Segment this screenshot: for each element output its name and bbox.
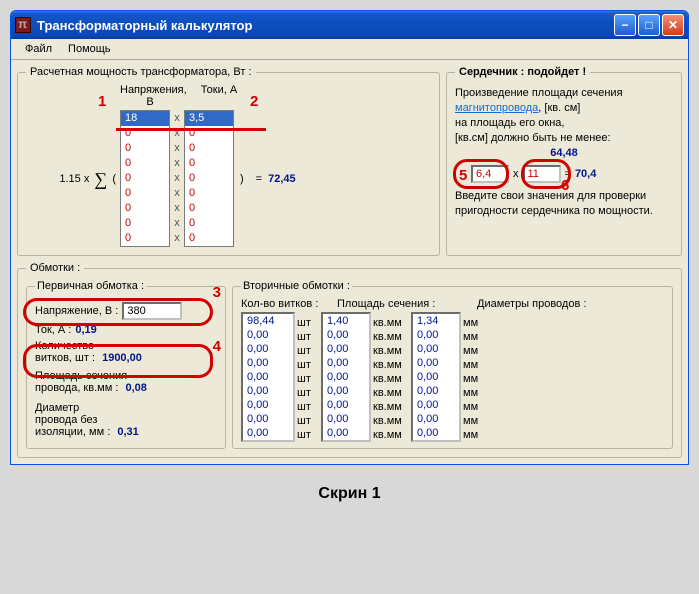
power-group: Расчетная мощность трансформатора, Вт : …: [17, 66, 440, 256]
annotation-3: 3: [213, 284, 221, 301]
core-need: 64,48: [455, 147, 673, 159]
primary-current-label: Ток, А :: [35, 324, 71, 336]
primary-dia-label-c: изоляции, мм :: [35, 426, 110, 438]
current-cell[interactable]: 3,5: [185, 111, 233, 126]
power-prefix: 1.15 x ∑ (: [26, 172, 120, 186]
magnet-link[interactable]: магнитопровода: [455, 102, 538, 114]
core-area2-input[interactable]: [523, 165, 561, 183]
menu-help[interactable]: Помощь: [60, 41, 119, 57]
annotation-6: 6: [561, 177, 569, 194]
area-list[interactable]: 1,400,000,000,000,000,000,000,000,00: [321, 312, 371, 442]
annotation-underline-1-2: [116, 128, 266, 131]
primary-current-value: 0,19: [75, 324, 96, 336]
menu-bar: Файл Помощь: [11, 39, 688, 60]
annotation-5: 5: [459, 167, 467, 184]
power-close: ): [240, 173, 244, 185]
window-frame: Трансформаторный калькулятор − □ ✕ Файл …: [10, 10, 689, 465]
secondary-headers: Кол-во витков : Площадь сечения : Диамет…: [241, 298, 664, 310]
image-caption: Скрин 1: [0, 475, 699, 513]
primary-dia-label-a: Диаметр: [35, 402, 79, 414]
close-button[interactable]: ✕: [662, 14, 684, 36]
voltage-cell[interactable]: 18: [121, 111, 169, 126]
power-eq: =: [256, 173, 262, 185]
primary-area-label-b: провода, кв.мм :: [35, 382, 118, 394]
annotation-2: 2: [250, 93, 258, 110]
power-legend: Расчетная мощность трансформатора, Вт :: [26, 66, 256, 78]
core-legend: Сердечник : подойдет !: [455, 66, 590, 78]
col-dia-header: Диаметры проводов :: [477, 298, 664, 310]
core-result: 70,4: [575, 168, 596, 180]
primary-turns-value: 1900,00: [102, 352, 142, 364]
power-headers: Напряжения, В Токи, А: [120, 84, 431, 108]
windings-legend: Обмотки :: [26, 262, 84, 274]
sigma-icon: ∑: [94, 172, 107, 186]
annotation-4: 4: [213, 338, 221, 355]
primary-group: Первичная обмотка : 3 Напряжение, В : То…: [26, 280, 226, 449]
col-current-header: Токи, А: [194, 84, 244, 108]
dia-list[interactable]: 1,340,000,000,000,000,000,000,000,00: [411, 312, 461, 442]
app-icon: [15, 17, 31, 33]
col-voltage-header: Напряжения, В: [120, 84, 180, 108]
multiply-col: xxxxxxxxx: [170, 111, 184, 246]
maximize-button[interactable]: □: [638, 14, 660, 36]
menu-file[interactable]: Файл: [17, 41, 60, 57]
primary-dia-value: 0,31: [117, 426, 138, 438]
secondary-legend: Вторичные обмотки :: [241, 280, 352, 292]
windings-group: Обмотки : Первичная обмотка : 3 Напряжен…: [17, 262, 682, 458]
annotation-1: 1: [98, 93, 106, 110]
core-area1-input[interactable]: [471, 165, 509, 183]
primary-voltage-input[interactable]: [122, 302, 182, 320]
window-title: Трансформаторный калькулятор: [37, 18, 252, 33]
primary-turns-label-a: Количество: [35, 340, 94, 352]
col-turns-header: Кол-во витков :: [241, 298, 337, 310]
core-calc: 5 x 6 = 70,4: [461, 165, 673, 183]
titlebar[interactable]: Трансформаторный калькулятор − □ ✕: [11, 11, 688, 39]
primary-area-label-a: Площадь сечения: [35, 370, 127, 382]
col-area-header: Площадь сечения :: [337, 298, 477, 310]
primary-dia-label-b: провода без: [35, 414, 97, 426]
core-line1: Произведение площади сечения магнитопров…: [455, 86, 673, 145]
power-result: 72,45: [268, 173, 296, 185]
primary-turns-label-b: витков, шт :: [35, 352, 95, 364]
turns-list[interactable]: 98,440,000,000,000,000,000,000,000,00: [241, 312, 295, 442]
minimize-button[interactable]: −: [614, 14, 636, 36]
core-group: Сердечник : подойдет ! Произведение площ…: [446, 66, 682, 256]
primary-area-value: 0,08: [125, 382, 146, 394]
primary-voltage-label: Напряжение, В :: [35, 305, 118, 317]
primary-legend: Первичная обмотка :: [35, 280, 146, 292]
secondary-group: Вторичные обмотки : Кол-во витков : Площ…: [232, 280, 673, 449]
